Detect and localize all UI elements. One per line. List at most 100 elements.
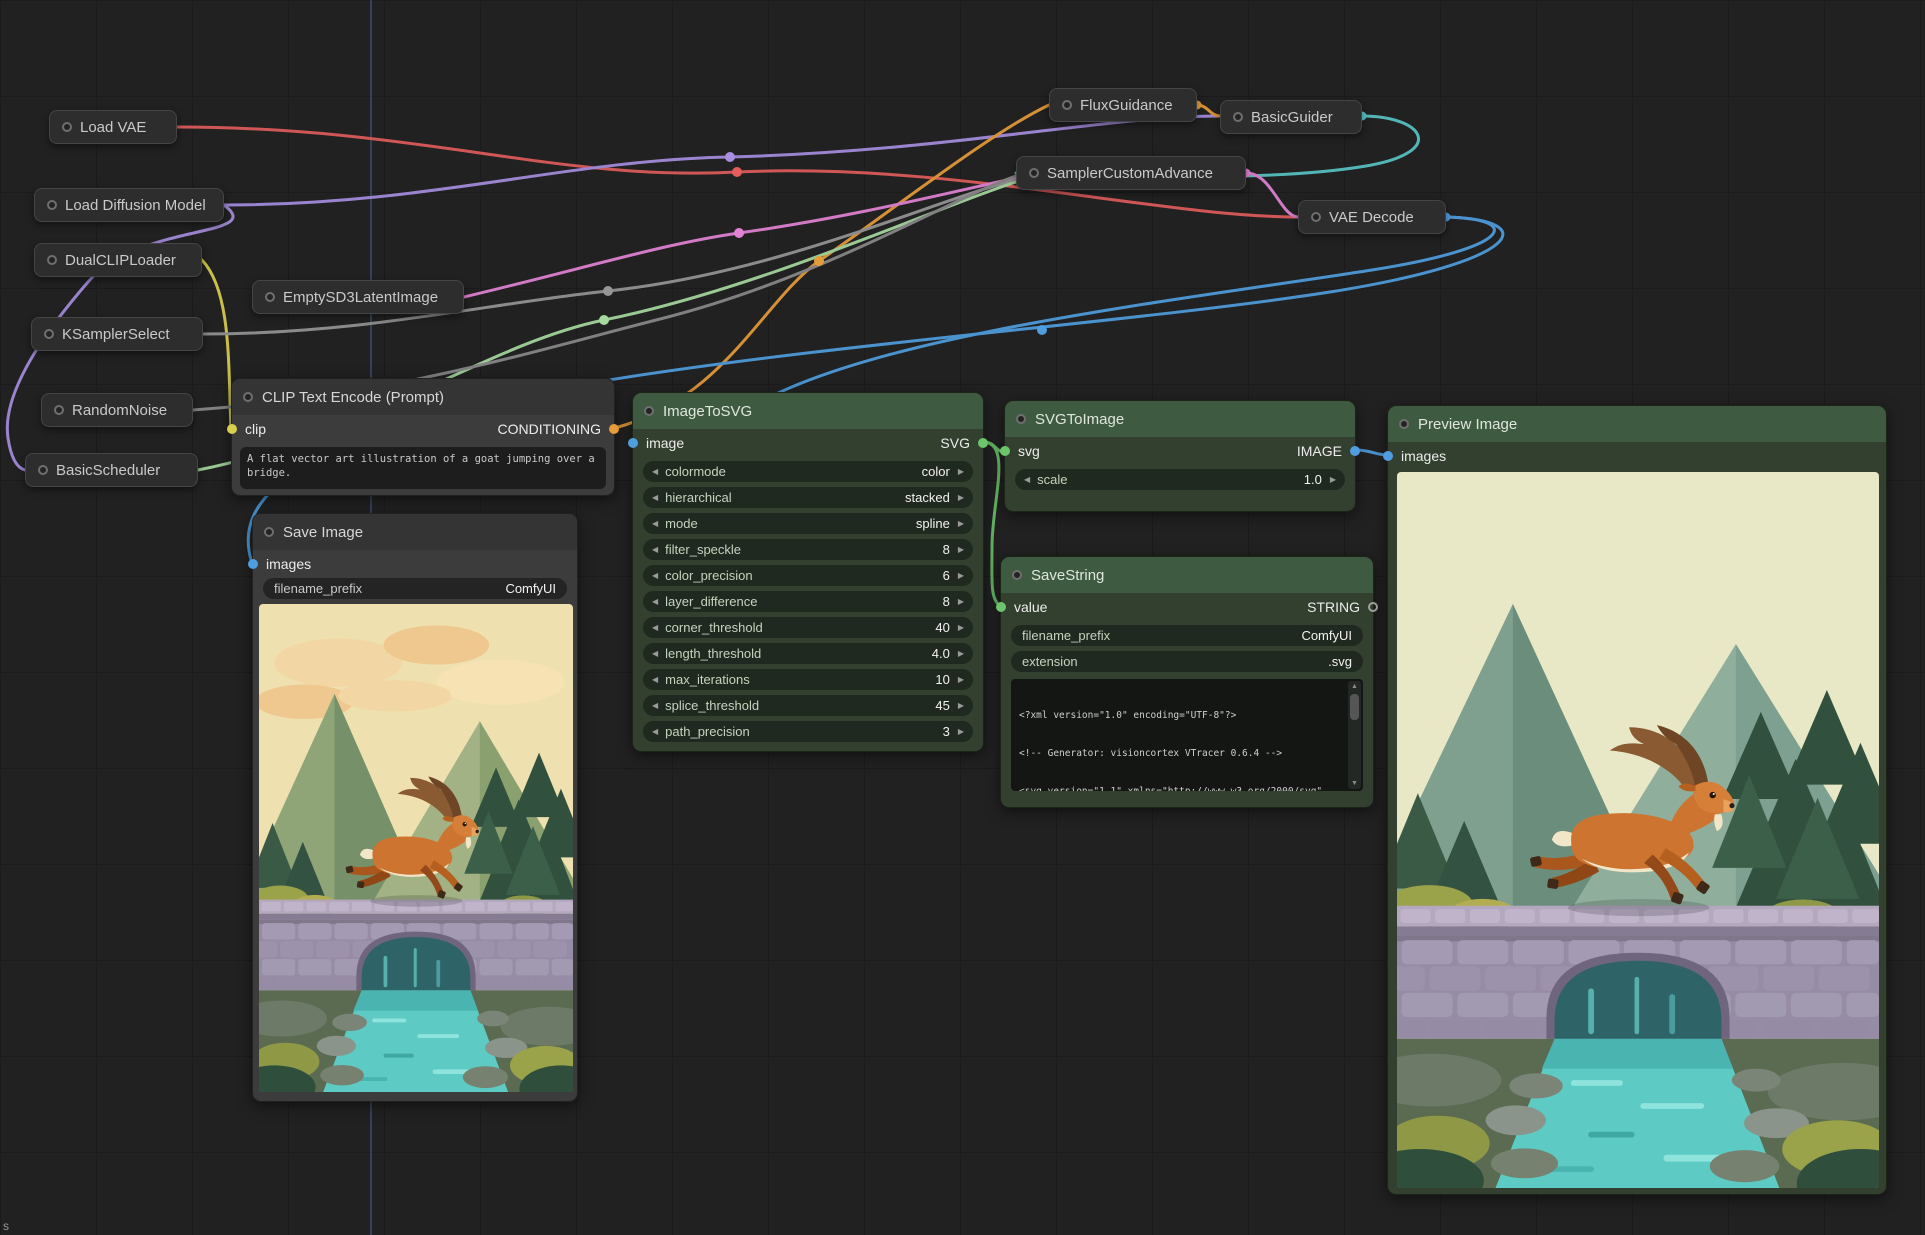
collapse-dot-icon[interactable] bbox=[62, 122, 72, 132]
node-save-image[interactable]: Save Image images filename_prefix ComfyU… bbox=[252, 513, 578, 1102]
widget-filename-prefix[interactable]: filename_prefix ComfyUI bbox=[263, 578, 567, 599]
decrement-arrow-icon[interactable]: ◀ bbox=[652, 546, 658, 554]
svg-input-port[interactable] bbox=[1000, 446, 1010, 456]
node-preview-image[interactable]: Preview Image images bbox=[1387, 405, 1887, 1195]
node-basicguider[interactable]: BasicGuider bbox=[1220, 100, 1362, 134]
node-load-diffusion-model[interactable]: Load Diffusion Model bbox=[34, 188, 224, 222]
decrement-arrow-icon[interactable]: ◀ bbox=[652, 728, 658, 736]
decrement-arrow-icon[interactable]: ◀ bbox=[1024, 476, 1030, 484]
image-input-port[interactable] bbox=[628, 438, 638, 448]
decrement-arrow-icon[interactable]: ◀ bbox=[652, 572, 658, 580]
scroll-down-icon[interactable]: ▼ bbox=[1351, 780, 1358, 787]
collapse-dot-icon[interactable] bbox=[644, 406, 654, 416]
svg-output-label: SVG bbox=[940, 435, 970, 451]
node-header[interactable]: ImageToSVG bbox=[633, 393, 983, 429]
node-imagetosvg[interactable]: ImageToSVG image SVG ◀ colormode color ▶… bbox=[632, 392, 984, 752]
node-vae-decode[interactable]: VAE Decode bbox=[1298, 200, 1446, 234]
node-randomnoise[interactable]: RandomNoise bbox=[41, 393, 193, 427]
collapse-dot-icon[interactable] bbox=[265, 292, 275, 302]
scrollbar-thumb[interactable] bbox=[1350, 694, 1359, 720]
images-input-port[interactable] bbox=[248, 559, 258, 569]
node-header[interactable]: Save Image bbox=[253, 514, 577, 550]
widget-length-threshold[interactable]: ◀ length_threshold 4.0 ▶ bbox=[643, 643, 973, 664]
node-emptysd3latentimage[interactable]: EmptySD3LatentImage bbox=[252, 280, 464, 314]
wire-latent bbox=[464, 178, 1016, 297]
widget-layer-difference[interactable]: ◀ layer_difference 8 ▶ bbox=[643, 591, 973, 612]
widget-corner-threshold[interactable]: ◀ corner_threshold 40 ▶ bbox=[643, 617, 973, 638]
increment-arrow-icon[interactable]: ▶ bbox=[958, 572, 964, 580]
images-input-port[interactable] bbox=[1383, 451, 1393, 461]
collapse-dot-icon[interactable] bbox=[47, 200, 57, 210]
node-graph-canvas[interactable]: Load VAE Load Diffusion Model DualCLIPLo… bbox=[0, 0, 1925, 1235]
collapse-dot-icon[interactable] bbox=[54, 405, 64, 415]
decrement-arrow-icon[interactable]: ◀ bbox=[652, 650, 658, 658]
increment-arrow-icon[interactable]: ▶ bbox=[958, 468, 964, 476]
node-title: Load Diffusion Model bbox=[65, 197, 206, 214]
node-basicscheduler[interactable]: BasicScheduler bbox=[25, 453, 198, 487]
node-clip-text-encode[interactable]: CLIP Text Encode (Prompt) clip CONDITION… bbox=[231, 378, 615, 496]
widget-path-precision[interactable]: ◀ path_precision 3 ▶ bbox=[643, 721, 973, 742]
widget-filename-prefix[interactable]: filename_prefix ComfyUI bbox=[1011, 625, 1363, 646]
widget-max-iterations[interactable]: ◀ max_iterations 10 ▶ bbox=[643, 669, 973, 690]
node-savestring[interactable]: SaveString value STRING filename_prefix … bbox=[1000, 556, 1374, 808]
decrement-arrow-icon[interactable]: ◀ bbox=[652, 598, 658, 606]
node-samplercustomadvance[interactable]: SamplerCustomAdvance bbox=[1016, 156, 1246, 190]
scroll-up-icon[interactable]: ▲ bbox=[1351, 683, 1358, 690]
string-preview-textarea[interactable]: <?xml version="1.0" encoding="UTF-8"?> <… bbox=[1011, 679, 1363, 791]
node-ksamplerselect[interactable]: KSamplerSelect bbox=[31, 317, 203, 351]
node-header[interactable]: Preview Image bbox=[1388, 406, 1886, 442]
decrement-arrow-icon[interactable]: ◀ bbox=[652, 520, 658, 528]
increment-arrow-icon[interactable]: ▶ bbox=[958, 520, 964, 528]
increment-arrow-icon[interactable]: ▶ bbox=[958, 728, 964, 736]
collapse-dot-icon[interactable] bbox=[1016, 414, 1026, 424]
increment-arrow-icon[interactable]: ▶ bbox=[1330, 476, 1336, 484]
prompt-textarea[interactable]: A flat vector art illustration of a goat… bbox=[240, 447, 606, 489]
increment-arrow-icon[interactable]: ▶ bbox=[958, 702, 964, 710]
collapse-dot-icon[interactable] bbox=[47, 255, 57, 265]
collapse-dot-icon[interactable] bbox=[243, 392, 253, 402]
decrement-arrow-icon[interactable]: ◀ bbox=[652, 468, 658, 476]
widget-splice-threshold[interactable]: ◀ splice_threshold 45 ▶ bbox=[643, 695, 973, 716]
increment-arrow-icon[interactable]: ▶ bbox=[958, 624, 964, 632]
widget-mode[interactable]: ◀ mode spline ▶ bbox=[643, 513, 973, 534]
collapse-dot-icon[interactable] bbox=[1029, 168, 1039, 178]
value-input-port[interactable] bbox=[996, 602, 1006, 612]
decrement-arrow-icon[interactable]: ◀ bbox=[652, 702, 658, 710]
decrement-arrow-icon[interactable]: ◀ bbox=[652, 494, 658, 502]
widget-colormode[interactable]: ◀ colormode color ▶ bbox=[643, 461, 973, 482]
increment-arrow-icon[interactable]: ▶ bbox=[958, 676, 964, 684]
collapse-dot-icon[interactable] bbox=[1012, 570, 1022, 580]
node-fluxguidance[interactable]: FluxGuidance bbox=[1049, 88, 1197, 122]
node-load-vae[interactable]: Load VAE bbox=[49, 110, 177, 144]
clip-input-port[interactable] bbox=[227, 424, 237, 434]
collapse-dot-icon[interactable] bbox=[1062, 100, 1072, 110]
node-svgtoimage[interactable]: SVGToImage svg IMAGE ◀ scale 1.0 ▶ bbox=[1004, 400, 1356, 512]
widget-hierarchical[interactable]: ◀ hierarchical stacked ▶ bbox=[643, 487, 973, 508]
node-dualcliploader[interactable]: DualCLIPLoader bbox=[34, 243, 202, 277]
collapse-dot-icon[interactable] bbox=[1311, 212, 1321, 222]
svg-output-port[interactable] bbox=[978, 438, 988, 448]
widget-color-precision[interactable]: ◀ color_precision 6 ▶ bbox=[643, 565, 973, 586]
scrollbar[interactable]: ▲ ▼ bbox=[1348, 681, 1361, 789]
wire-guidance-link bbox=[1197, 105, 1220, 116]
widget-extension[interactable]: extension .svg bbox=[1011, 651, 1363, 672]
decrement-arrow-icon[interactable]: ◀ bbox=[652, 676, 658, 684]
collapse-dot-icon[interactable] bbox=[264, 527, 274, 537]
increment-arrow-icon[interactable]: ▶ bbox=[958, 598, 964, 606]
image-output-port[interactable] bbox=[1350, 446, 1360, 456]
node-header[interactable]: SaveString bbox=[1001, 557, 1373, 593]
node-header[interactable]: SVGToImage bbox=[1005, 401, 1355, 437]
conditioning-output-port[interactable] bbox=[609, 424, 619, 434]
widget-scale[interactable]: ◀ scale 1.0 ▶ bbox=[1015, 469, 1345, 490]
collapse-dot-icon[interactable] bbox=[1233, 112, 1243, 122]
string-output-port[interactable] bbox=[1368, 602, 1378, 612]
collapse-dot-icon[interactable] bbox=[1399, 419, 1409, 429]
decrement-arrow-icon[interactable]: ◀ bbox=[652, 624, 658, 632]
increment-arrow-icon[interactable]: ▶ bbox=[958, 494, 964, 502]
collapse-dot-icon[interactable] bbox=[38, 465, 48, 475]
collapse-dot-icon[interactable] bbox=[44, 329, 54, 339]
increment-arrow-icon[interactable]: ▶ bbox=[958, 546, 964, 554]
widget-filter-speckle[interactable]: ◀ filter_speckle 8 ▶ bbox=[643, 539, 973, 560]
increment-arrow-icon[interactable]: ▶ bbox=[958, 650, 964, 658]
node-header[interactable]: CLIP Text Encode (Prompt) bbox=[232, 379, 614, 415]
